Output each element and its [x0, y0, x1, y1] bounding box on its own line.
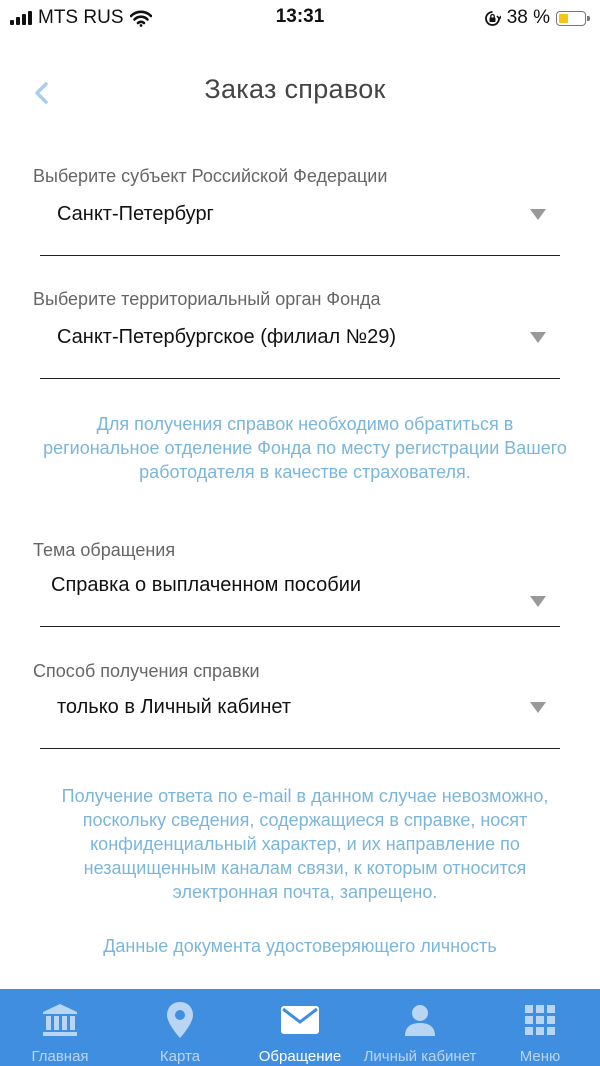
- nav-label: Меню: [519, 1048, 561, 1065]
- grid-icon: [525, 1005, 555, 1035]
- page-title: Заказ справок: [204, 74, 386, 104]
- nav-item-appeal[interactable]: Обращение: [240, 989, 360, 1066]
- status-bar: MTS RUS 13:31 38 %: [0, 0, 600, 34]
- nav-label: Личный кабинет: [363, 1048, 477, 1065]
- nav-item-map[interactable]: Карта: [120, 989, 240, 1066]
- region-value: Санкт-Петербург: [57, 203, 214, 225]
- region-select[interactable]: Санкт-Петербург: [40, 195, 560, 256]
- delivery-info-text: Получение ответа по e-mail в данном случ…: [61, 786, 549, 902]
- caret-down-icon: [530, 596, 546, 607]
- caret-down-icon: [530, 209, 546, 220]
- envelope-icon: [281, 1006, 319, 1034]
- nav-label: Главная: [31, 1048, 89, 1065]
- nav-label: Обращение: [258, 1048, 342, 1065]
- caret-down-icon: [530, 702, 546, 713]
- topic-label: Тема обращения: [33, 540, 176, 560]
- nav-item-account[interactable]: Личный кабинет: [360, 989, 480, 1066]
- office-value: Санкт-Петербургское (филиал №29): [57, 326, 397, 348]
- user-icon: [405, 1005, 435, 1036]
- region-label: Выберите субъект Российской Федерации: [33, 166, 388, 186]
- bank-icon: [43, 1004, 77, 1036]
- status-right: 38 %: [484, 7, 590, 29]
- delivery-label: Способ получения справки: [33, 661, 260, 681]
- delivery-value: только в Личный кабинет: [57, 696, 292, 718]
- map-pin-icon: [167, 1002, 193, 1038]
- office-label: Выберите территориальный орган Фонда: [33, 289, 381, 309]
- id-section-title: Данные документа удостоверяющего личност…: [103, 936, 497, 956]
- battery-percent: 38 %: [506, 7, 550, 28]
- office-select[interactable]: Санкт-Петербургское (филиал №29): [40, 318, 560, 379]
- nav-item-menu[interactable]: Меню: [480, 989, 600, 1066]
- rotation-lock-icon: [484, 10, 501, 26]
- nav-item-home[interactable]: Главная: [0, 989, 120, 1066]
- nav-label: Карта: [159, 1048, 201, 1065]
- topic-value: Справка о выплаченном пособии: [51, 574, 362, 596]
- caret-down-icon: [530, 332, 546, 343]
- delivery-select[interactable]: только в Личный кабинет: [40, 688, 560, 749]
- bottom-nav: Главная Карта Обращение Личный кабинет М…: [0, 989, 600, 1066]
- battery-icon: [556, 10, 590, 26]
- office-info-text: Для получения справок необходимо обратит…: [43, 414, 567, 482]
- topic-select[interactable]: Справка о выплаченном пособии: [40, 566, 560, 627]
